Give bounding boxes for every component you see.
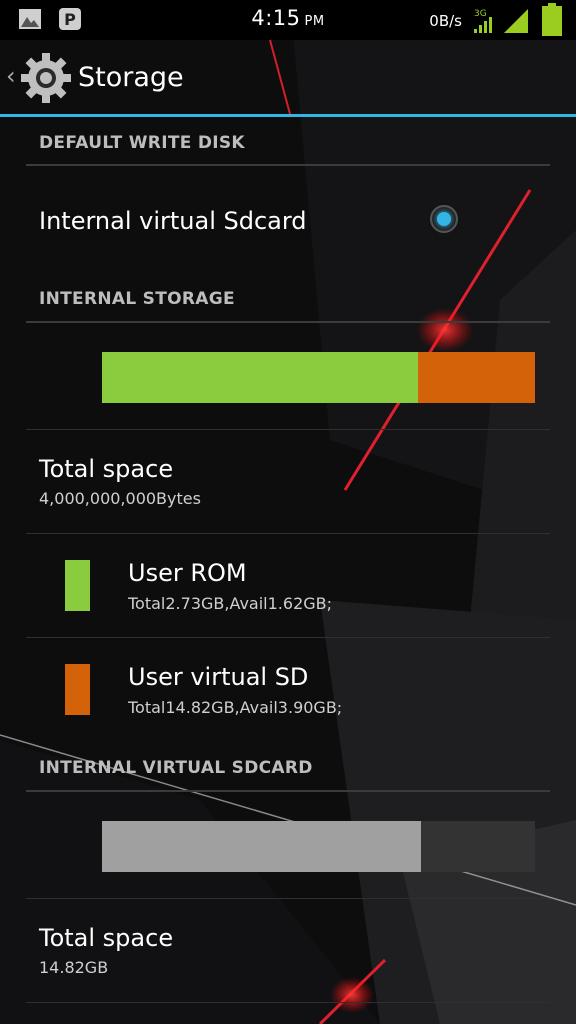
clock-time: 4:15 xyxy=(251,6,301,30)
item-divider xyxy=(26,429,550,430)
user-rom-label: User ROM xyxy=(128,559,247,587)
clock-ampm: PM xyxy=(304,14,325,29)
user-rom-detail: Total2.73GB,Avail1.62GB; xyxy=(128,594,333,613)
battery-icon xyxy=(542,3,562,36)
gear-icon[interactable] xyxy=(20,52,72,104)
section-header-default-write-disk: DEFAULT WRITE DISK xyxy=(39,133,245,153)
radio-button-selected[interactable] xyxy=(430,205,458,233)
action-bar: ‹ Storage xyxy=(0,40,576,117)
usage-bar-segment xyxy=(421,821,535,872)
item-divider xyxy=(26,1002,550,1003)
item-divider xyxy=(26,637,550,638)
item-divider xyxy=(26,898,550,899)
sdcard-total-space-title: Total space xyxy=(39,924,174,952)
usage-bar-segment xyxy=(418,352,535,403)
section-divider xyxy=(26,790,550,792)
option-label: Internal virtual Sdcard xyxy=(39,207,307,235)
virtual-sdcard-usage-bar xyxy=(102,821,535,872)
usage-bar-segment xyxy=(102,352,419,403)
section-divider xyxy=(26,164,550,166)
user-virtual-sd-color-swatch xyxy=(65,664,90,715)
section-header-internal-storage: INTERNAL STORAGE xyxy=(39,289,235,309)
internal-storage-usage-bar xyxy=(102,352,535,403)
item-divider xyxy=(26,533,550,534)
back-caret-icon[interactable]: ‹ xyxy=(6,62,16,90)
network-speed: 0B/s xyxy=(429,12,462,30)
total-space-value: 4,000,000,000Bytes xyxy=(39,489,201,508)
signal-icon: 3G xyxy=(474,9,528,33)
section-header-internal-virtual-sdcard: INTERNAL VIRTUAL SDCARD xyxy=(39,758,313,778)
total-space-title: Total space xyxy=(39,455,174,483)
user-virtual-sd-label: User virtual SD xyxy=(128,663,309,691)
usage-bar-segment xyxy=(102,821,422,872)
network-type-label: 3G xyxy=(474,9,487,19)
user-virtual-sd-detail: Total14.82GB,Avail3.90GB; xyxy=(128,698,343,717)
section-divider xyxy=(26,321,550,323)
sdcard-total-space-value: 14.82GB xyxy=(39,958,109,977)
page-title: Storage xyxy=(78,62,184,93)
status-bar: P 4:15 PM 0B/s 3G xyxy=(0,0,576,40)
option-internal-virtual-sdcard[interactable]: Internal virtual Sdcard xyxy=(26,167,550,267)
user-rom-color-swatch xyxy=(65,560,90,611)
